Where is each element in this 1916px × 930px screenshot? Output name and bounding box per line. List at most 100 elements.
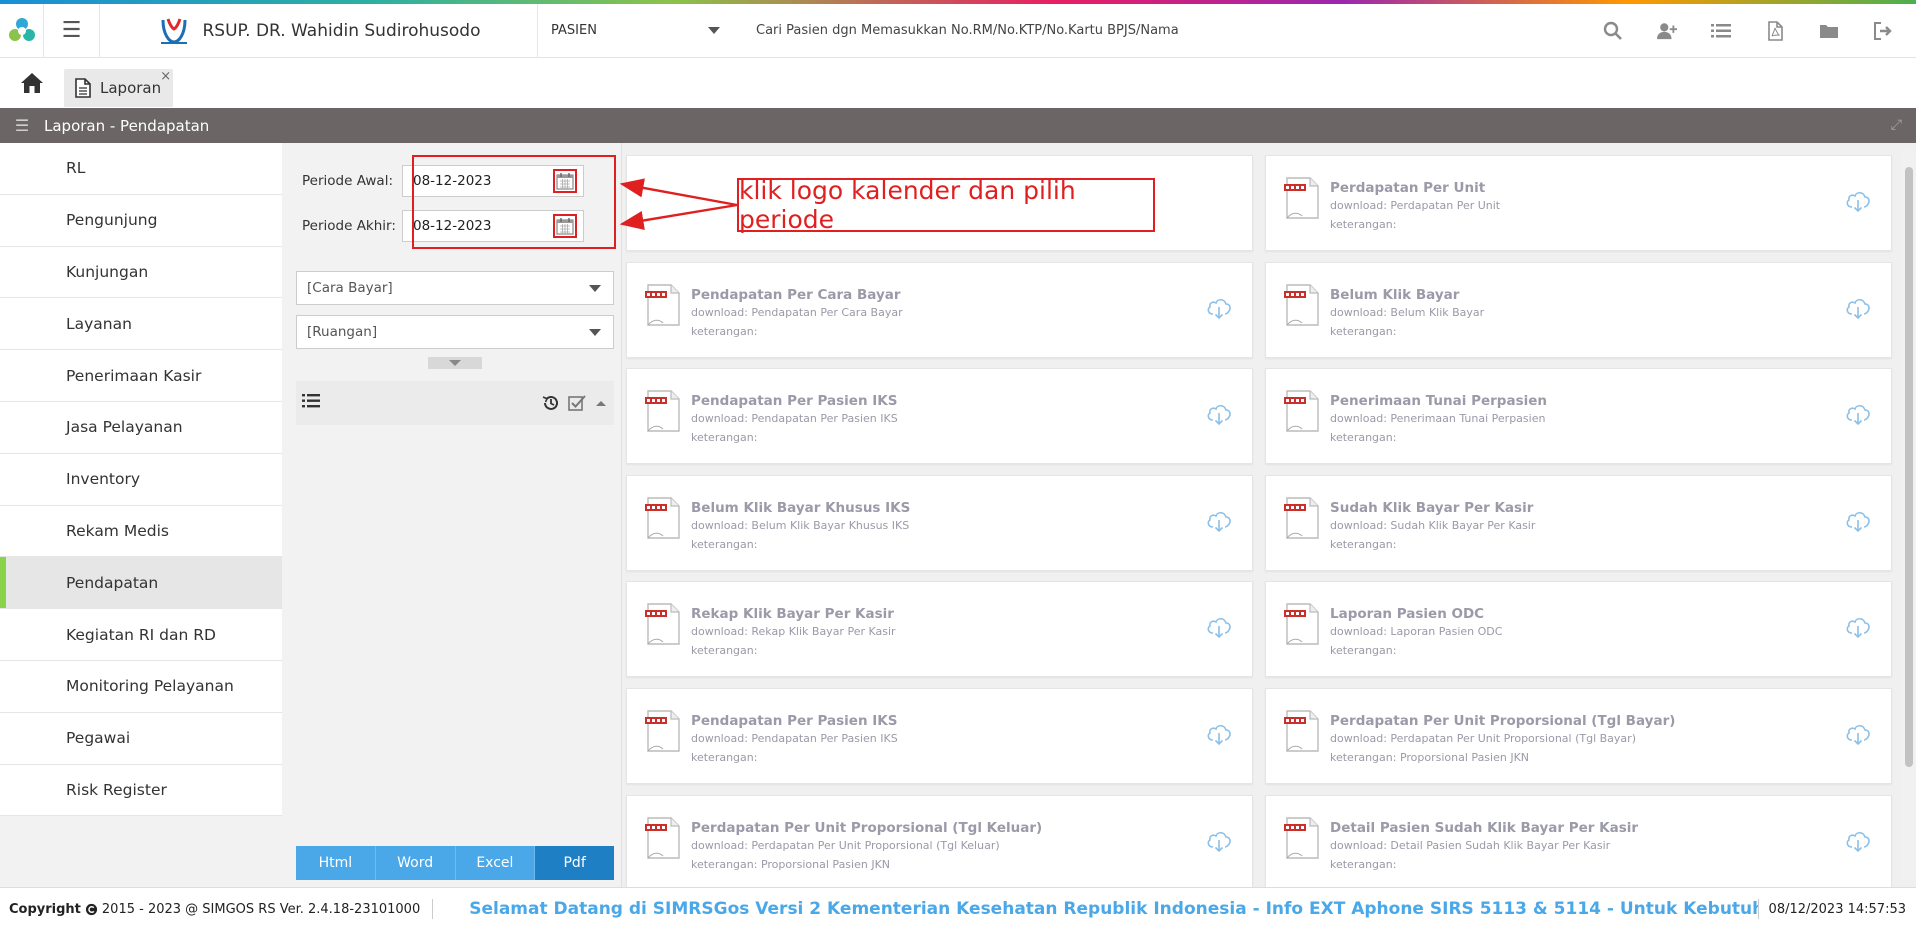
report-download-text: download: Perdapatan Per Unit Proporsion… (691, 838, 1000, 852)
annotation-callout: klik logo kalender dan pilih periode (737, 176, 1155, 234)
periode-awal-label: Periode Awal: (302, 173, 393, 189)
report-document-icon (1284, 602, 1320, 646)
patient-type-select[interactable]: PASIEN (538, 4, 738, 58)
report-card[interactable]: Perdapatan Per Unit Proporsional (Tgl Ba… (1265, 688, 1892, 784)
search-button[interactable] (1586, 4, 1640, 58)
sidebar-item-jasa-pelayanan[interactable]: Jasa Pelayanan (0, 401, 282, 454)
sidebar-item-label: Inventory (66, 470, 141, 489)
report-card[interactable]: Detail Pasien Sudah Klik Bayar Per Kasir… (1265, 794, 1892, 887)
sidebar-item-pengunjung[interactable]: Pengunjung (0, 194, 282, 247)
cloud-download-icon[interactable] (1845, 614, 1871, 640)
hamburger-menu-button[interactable]: ☰ (44, 3, 100, 58)
report-card[interactable]: Sudah Klik Bayar Per Kasir download: Suda… (1265, 474, 1892, 571)
folder-icon (1820, 24, 1838, 38)
report-card[interactable]: Belum Klik Bayar Khusus IKS download: Bel… (626, 474, 1253, 571)
sidebar-item-rl[interactable]: RL (0, 143, 282, 195)
cloud-download-icon[interactable] (1206, 508, 1232, 534)
list-view-button[interactable] (302, 393, 320, 413)
collapse-filter-button[interactable] (428, 357, 482, 369)
patient-type-value: PASIEN (551, 23, 597, 38)
check-all-button[interactable] (568, 394, 586, 412)
cloud-download-icon[interactable] (1845, 721, 1871, 747)
history-button[interactable] (542, 394, 560, 412)
sidebar-item-risk-register[interactable]: Risk Register (0, 764, 282, 817)
current-datetime: 08/12/2023 14:57:53 (1757, 899, 1916, 919)
expand-icon[interactable]: ⤢ (1891, 117, 1902, 133)
report-card[interactable]: Perdapatan Per Unit Proporsional (Tgl Ke… (626, 794, 1253, 887)
cloud-download-icon[interactable] (1845, 295, 1871, 321)
report-keterangan: keterangan: (691, 644, 758, 658)
add-patient-button[interactable] (1640, 4, 1694, 58)
periode-akhir-label: Periode Akhir: (302, 218, 396, 234)
export-html-button[interactable]: Html (296, 846, 376, 880)
sidebar-item-label: Pengunjung (66, 211, 158, 230)
report-document-icon (645, 283, 681, 327)
report-document-icon (645, 709, 681, 753)
sidebar-item-pendapatan[interactable]: Pendapatan (0, 557, 282, 610)
report-document-icon (1284, 709, 1320, 753)
cloud-download-icon[interactable] (1206, 614, 1232, 640)
sidebar-item-label: Monitoring Pelayanan (66, 677, 234, 696)
cloud-download-icon[interactable] (1206, 828, 1232, 854)
report-card[interactable]: Pendapatan Per Pasien IKS download: Penda… (626, 368, 1253, 465)
sidebar-item-layanan[interactable]: Layanan (0, 298, 282, 351)
report-keterangan: keterangan: (691, 751, 758, 764)
list-button[interactable] (1694, 4, 1748, 58)
scrollbar-thumb[interactable] (1905, 167, 1913, 767)
report-card[interactable]: Rekap Klik Bayar Per Kasir download: Reka… (626, 581, 1253, 678)
export-pdf-button[interactable]: Pdf (535, 846, 614, 880)
report-card[interactable]: Belum Klik Bayar download: Belum Klik Bay… (1265, 261, 1892, 358)
home-tab[interactable] (0, 58, 64, 108)
sidebar-item-rekam-medis[interactable]: Rekam Medis (0, 505, 282, 558)
copyright: Copyright 2015 - 2023 @ SIMGOS RS Ver. 2… (0, 899, 434, 919)
report-document-icon (1284, 496, 1320, 540)
list-icon (1711, 23, 1731, 37)
sidebar-list: RL Pengunjung Kunjungan Layanan Penerimaan K… (0, 143, 282, 817)
page-title: Laporan - Pendapatan (44, 116, 210, 135)
report-card[interactable]: Perdapatan Per Unit download: Perdapatan … (1265, 155, 1892, 251)
report-card[interactable]: Pendapatan Per Cara Bayar download: Penda… (626, 261, 1253, 358)
export-excel-button[interactable]: Excel (455, 846, 536, 880)
panel-menu-icon[interactable]: ☰ (0, 116, 44, 135)
report-title: Perdapatan Per Unit Proporsional (Tgl Ba… (1330, 713, 1676, 729)
cara-bayar-value: [Cara Bayar] (307, 280, 393, 296)
annotation-highlight-box (412, 155, 616, 249)
logout-button[interactable] (1856, 4, 1910, 58)
sidebar-item-kunjungan[interactable]: Kunjungan (0, 246, 282, 299)
hospital-logo-icon (160, 18, 187, 44)
report-card[interactable]: Penerimaan Tunai Perpasien download: Pene… (1265, 368, 1892, 465)
tab-laporan[interactable]: Laporan × (64, 69, 174, 107)
report-card[interactable]: Laporan Pasien ODC download: Laporan Pasi… (1265, 581, 1892, 678)
user-plus-icon (1657, 22, 1677, 39)
sidebar-item-inventory[interactable]: Inventory (0, 453, 282, 506)
app-logo[interactable] (0, 3, 44, 58)
cloud-download-icon[interactable] (1845, 401, 1871, 427)
report-title: Belum Klik Bayar (1330, 286, 1460, 303)
document-icon (75, 78, 91, 98)
chevron-down-icon (589, 284, 601, 292)
vertical-scrollbar[interactable] (1902, 149, 1916, 879)
cara-bayar-select[interactable]: [Cara Bayar] (296, 271, 614, 305)
sidebar-item-monitoring-pelayanan[interactable]: Monitoring Pelayanan (0, 660, 282, 713)
cloud-download-icon[interactable] (1206, 401, 1232, 427)
tab-bar: Laporan × (0, 58, 1916, 108)
collapse-up-button[interactable] (594, 396, 608, 410)
folder-button[interactable] (1802, 4, 1856, 58)
footer-bar: Copyright 2015 - 2023 @ SIMGOS RS Ver. 2… (0, 887, 1916, 930)
cloud-download-icon[interactable] (1206, 295, 1232, 321)
cloud-download-icon[interactable] (1845, 188, 1871, 214)
cloud-download-icon[interactable] (1845, 508, 1871, 534)
sidebar-item-penerimaan-kasir[interactable]: Penerimaan Kasir (0, 350, 282, 402)
report-card[interactable]: Pendapatan Per Pasien IKS download: Penda… (626, 688, 1253, 784)
sidebar-item-label: Jasa Pelayanan (66, 418, 183, 437)
cloud-download-icon[interactable] (1206, 721, 1232, 747)
patient-search-input[interactable]: Cari Pasien dgn Memasukkan No.RM/No.KTP/… (738, 4, 1586, 58)
cloud-download-icon[interactable] (1845, 828, 1871, 854)
sidebar-item-kegiatan-ri-dan-rd[interactable]: Kegiatan RI dan RD (0, 609, 282, 661)
sidebar-item-pegawai[interactable]: Pegawai (0, 712, 282, 765)
ruangan-select[interactable]: [Ruangan] (296, 315, 614, 349)
close-tab-icon[interactable]: × (160, 69, 171, 84)
pdf-button[interactable] (1748, 4, 1802, 58)
report-download-text: download: Penerimaan Tunai Perpasien (1330, 412, 1546, 426)
export-word-button[interactable]: Word (375, 846, 456, 880)
